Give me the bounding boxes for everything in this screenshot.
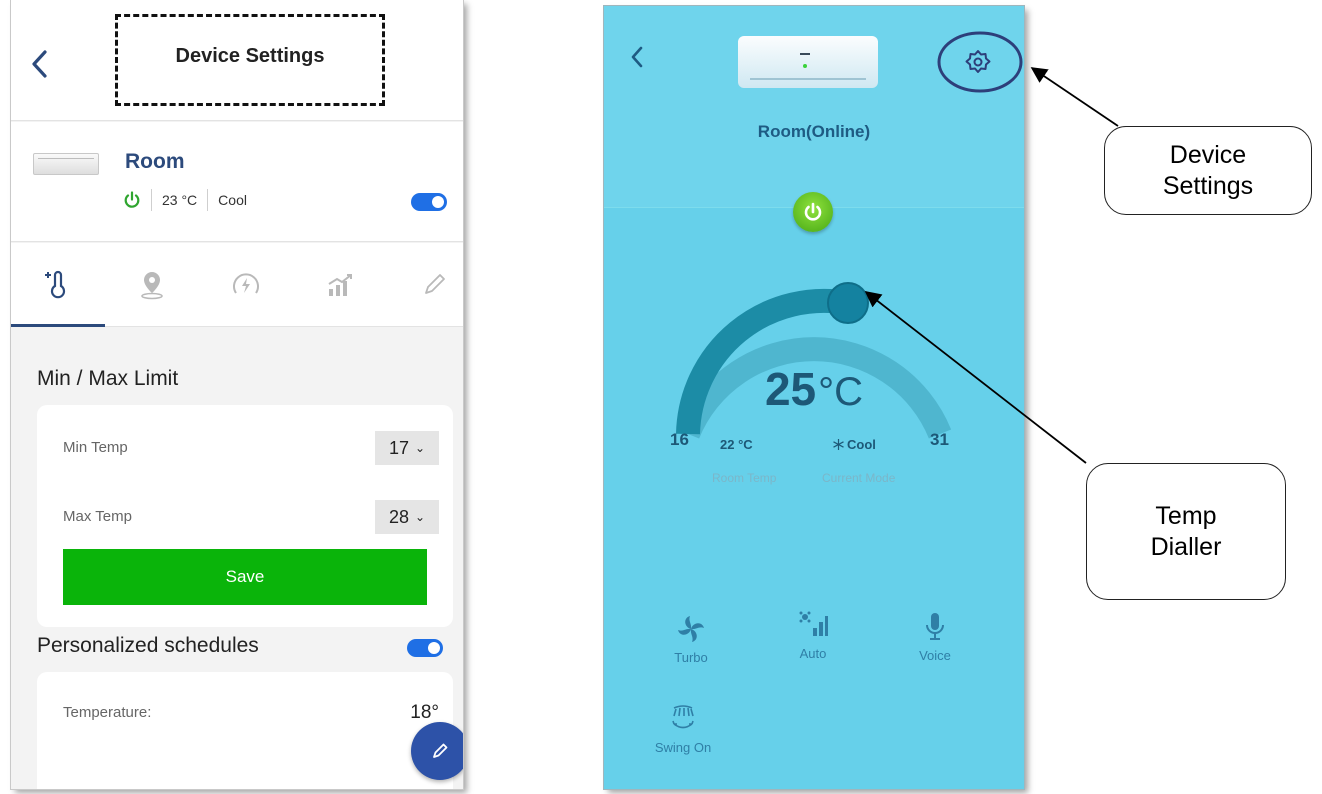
device-summary: Room 23 °C Cool — [11, 122, 463, 242]
ac-unit-display — [800, 53, 810, 55]
chevron-down-icon: ⌄ — [414, 441, 426, 455]
turbo-button[interactable]: Turbo — [656, 612, 726, 665]
settings-gear-icon[interactable] — [956, 40, 1000, 84]
header: Device Settings — [11, 0, 463, 121]
callout-line: Device — [1169, 140, 1247, 169]
device-name: Room — [125, 150, 185, 173]
device-temperature: 23 °C — [162, 192, 198, 208]
power-button[interactable] — [793, 192, 833, 232]
device-status-row: 23 °C Cool — [123, 189, 247, 211]
device-header: Room(Online) — [604, 6, 1024, 208]
voice-button[interactable]: Voice — [900, 610, 970, 663]
power-icon — [124, 191, 140, 208]
schedule-temp-value: 18° — [410, 702, 439, 723]
min-temp-select[interactable]: 17 ⌄ — [375, 431, 439, 465]
device-power-toggle[interactable] — [411, 193, 447, 211]
analytics-chart-icon — [328, 274, 352, 296]
fan-icon — [678, 616, 704, 642]
device-status-label: Room(Online) — [757, 122, 871, 141]
callout-line: Dialler — [1150, 532, 1222, 561]
min-limit-value: 16 — [670, 430, 689, 449]
microphone-icon — [926, 613, 944, 640]
ac-unit-image — [738, 36, 878, 88]
edit-fab-button[interactable] — [411, 722, 463, 780]
min-temp-value: 17 — [388, 437, 409, 458]
tab-temperature[interactable] — [11, 243, 105, 327]
auto-label: Auto — [799, 646, 827, 661]
current-mode-label: Current Mode — [822, 471, 896, 485]
callout-line: Temp — [1155, 501, 1217, 530]
ac-unit-thumbnail — [33, 153, 99, 175]
back-arrow-icon[interactable] — [25, 46, 55, 82]
device-settings-callout: Device Settings — [1104, 126, 1312, 215]
room-temp-value: 22 °C — [720, 437, 753, 452]
swing-icon — [672, 705, 694, 729]
auto-fan-speed-icon — [799, 611, 828, 636]
screenshot-canvas: Device Settings Room 23 °C Cool Min / Ma… — [0, 0, 1322, 794]
pencil-icon — [425, 274, 445, 294]
ac-control-screen: Room(Online) 25°C 16 31 22 °C Room Temp — [604, 6, 1024, 789]
pencil-icon — [433, 743, 448, 758]
schedule-section-title: Personalized schedules — [37, 634, 259, 657]
voice-label: Voice — [919, 648, 951, 663]
schedule-card: Temperature: 18° — [37, 672, 453, 789]
schedule-toggle[interactable] — [407, 639, 443, 657]
max-temp-value: 28 — [388, 506, 409, 527]
callout-line: Settings — [1162, 171, 1254, 200]
limit-section-title: Min / Max Limit — [37, 367, 179, 390]
max-limit-value: 31 — [930, 430, 949, 449]
set-temperature: 25°C — [604, 362, 1024, 416]
location-pin-icon — [141, 272, 163, 300]
tab-energy[interactable] — [199, 243, 293, 327]
schedule-temp-label: Temperature: — [63, 704, 152, 721]
ac-unit-vent — [750, 78, 866, 80]
temp-dialler-callout: Temp Dialler — [1086, 463, 1286, 600]
swing-label: Swing On — [654, 740, 712, 755]
settings-content: Min / Max Limit Min Temp 17 ⌄ Max Temp 2… — [11, 345, 463, 789]
dial-knob[interactable] — [827, 282, 869, 324]
max-temp-label: Max Temp — [63, 508, 132, 525]
set-temperature-value: 25 — [764, 363, 817, 415]
ac-unit-led — [803, 64, 807, 68]
tab-location[interactable] — [105, 243, 199, 327]
page-title: Device Settings — [175, 45, 325, 67]
tab-edit[interactable] — [387, 243, 463, 327]
energy-gauge-icon — [233, 273, 259, 294]
power-icon — [804, 202, 822, 221]
room-temp-label: Room Temp — [712, 471, 777, 485]
save-button[interactable]: Save — [63, 549, 427, 605]
snowflake-icon — [833, 439, 844, 450]
divider — [207, 189, 209, 211]
swing-button[interactable]: Swing On — [648, 702, 718, 755]
temp-dial[interactable] — [604, 246, 1024, 446]
min-temp-label: Min Temp — [63, 439, 128, 456]
title-highlight-box: Device Settings — [115, 14, 385, 106]
limit-card: Min Temp 17 ⌄ Max Temp 28 ⌄ Save — [37, 405, 453, 627]
temperature-unit: °C — [818, 370, 864, 414]
device-mode: Cool — [218, 192, 247, 208]
settings-tabs — [11, 243, 463, 327]
auto-button[interactable]: Auto — [778, 608, 848, 661]
tab-analytics[interactable] — [293, 243, 387, 327]
back-arrow-icon[interactable] — [626, 42, 648, 72]
thermometer-plus-icon — [45, 270, 66, 298]
max-temp-select[interactable]: 28 ⌄ — [375, 500, 439, 534]
current-mode-value: Cool — [847, 437, 876, 452]
chevron-down-icon: ⌄ — [414, 510, 426, 524]
device-settings-screen: Device Settings Room 23 °C Cool Min / Ma… — [11, 0, 463, 789]
divider — [151, 189, 152, 211]
turbo-label: Turbo — [674, 650, 708, 665]
settings-arrow — [1030, 67, 1119, 127]
current-mode: Cool — [832, 437, 876, 452]
